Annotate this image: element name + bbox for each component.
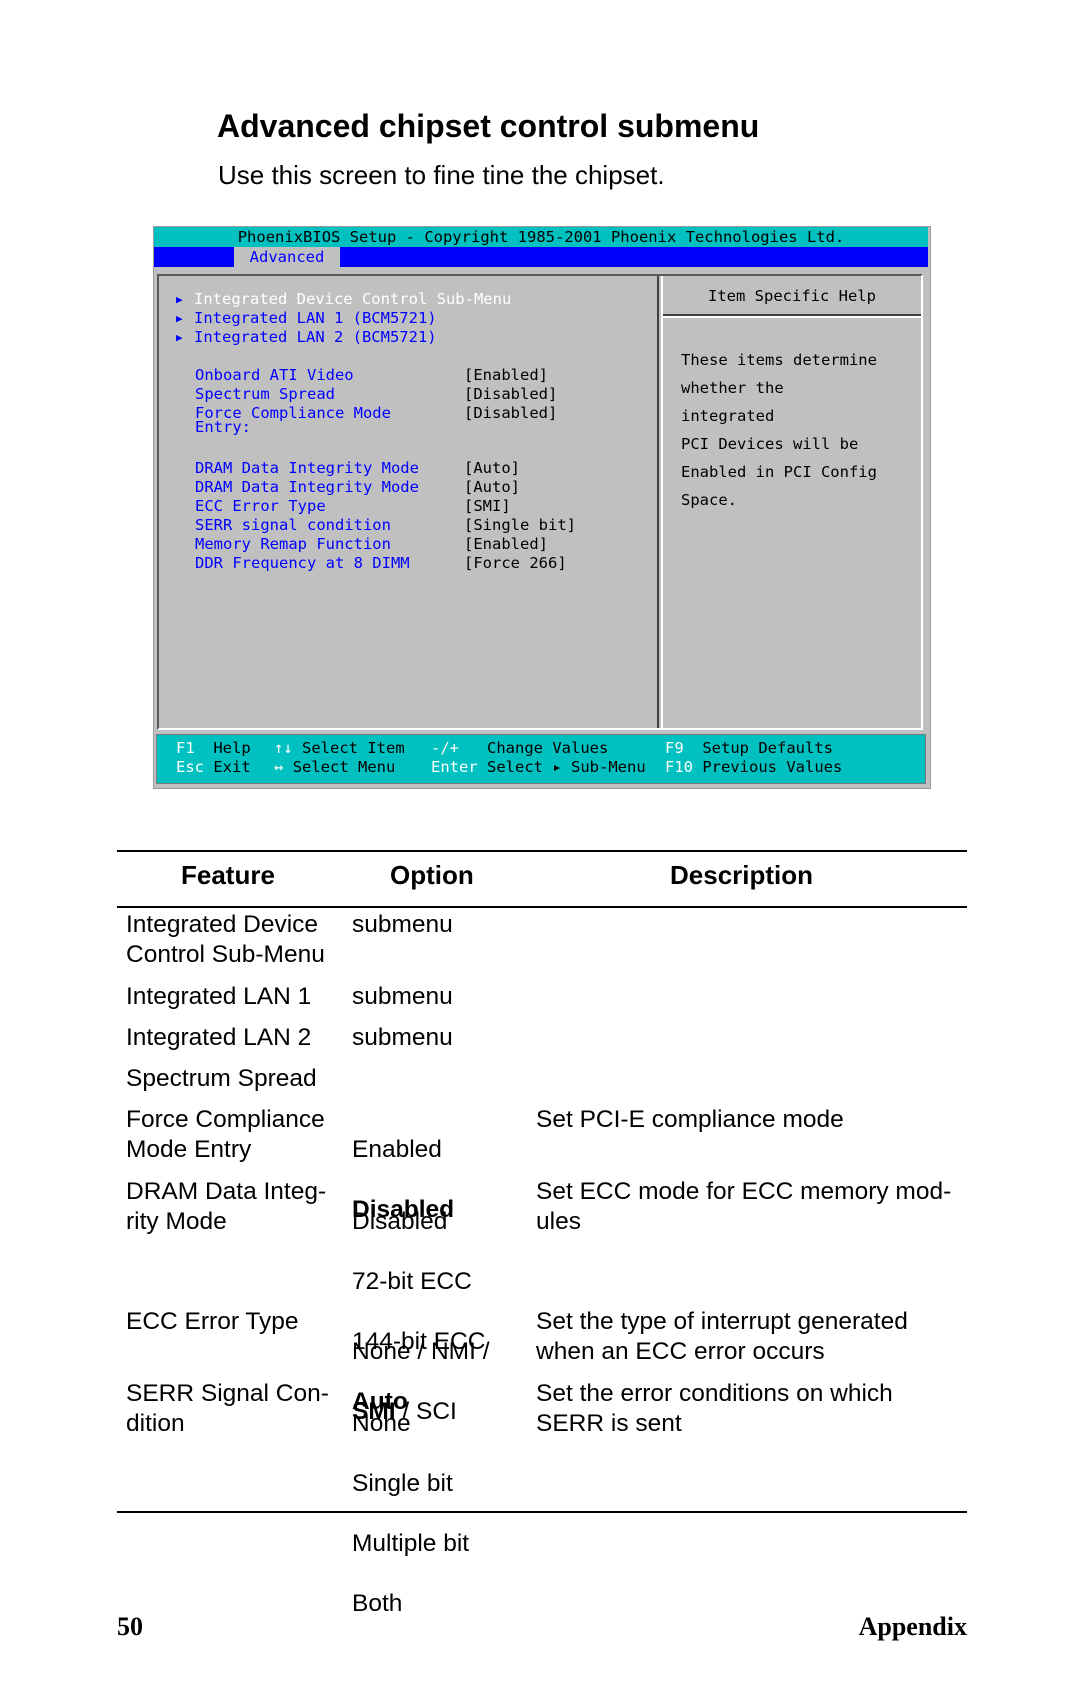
bios-setting-onboard-ati-video[interactable]: Onboard ATI Video	[195, 366, 354, 385]
table-header-feature: Feature	[181, 860, 275, 890]
key-f10-previous: F10 Previous Values	[665, 758, 843, 776]
bios-value-dram-integrity-2[interactable]: [Auto]	[464, 478, 520, 497]
page-title: Advanced chipset control submenu	[217, 108, 760, 144]
submenu-arrow-icon: ▶	[176, 312, 183, 325]
option-value: Disabled	[352, 1208, 448, 1235]
cell-feature: Force Compliance Mode Entry	[126, 1106, 325, 1163]
bios-key-legend: F1 Help ↑↓ Select Item -/+ Change Values…	[156, 734, 926, 784]
option-value: Multiple bit	[352, 1530, 470, 1557]
option-value: None	[352, 1410, 411, 1437]
bios-setting-force-compliance-line2: Entry:	[195, 418, 251, 436]
cell-description: Set ECC mode for ECC memory mod- ules	[536, 1178, 952, 1235]
bios-value-force-compliance[interactable]: [Disabled]	[464, 404, 557, 423]
bios-submenu-lan1[interactable]: ▶ Integrated LAN 1 (BCM5721)	[176, 309, 437, 328]
key-select-menu: ↔ Select Menu	[274, 758, 396, 776]
bios-value-memory-remap[interactable]: [Enabled]	[464, 535, 548, 554]
bios-value-dram-integrity-1[interactable]: [Auto]	[464, 459, 520, 478]
table-bottom-rule	[117, 1511, 967, 1513]
cell-feature: Integrated Device Control Sub-Menu	[126, 911, 325, 968]
cell-feature: ECC Error Type	[126, 1308, 299, 1335]
key-enter-select: Enter Select ▸ Sub-Menu	[431, 758, 646, 776]
cell-option: submenu	[352, 983, 453, 1010]
option-value: 72-bit ECC	[352, 1268, 472, 1295]
tab-advanced[interactable]: Advanced	[234, 247, 340, 267]
option-value: None / NMI /	[352, 1338, 490, 1365]
bios-setting-spectrum-spread[interactable]: Spectrum Spread	[195, 385, 335, 404]
section-name: Appendix	[858, 1612, 967, 1641]
cell-feature: Integrated LAN 1	[126, 983, 312, 1010]
cell-description: Set PCI-E compliance mode	[536, 1106, 844, 1133]
bios-title-bar: PhoenixBIOS Setup - Copyright 1985-2001 …	[154, 227, 928, 247]
help-line: integrated	[681, 407, 775, 425]
cell-description: Set the type of interrupt generated when…	[536, 1308, 908, 1365]
key-f1-help: F1 Help	[176, 739, 251, 757]
submenu-arrow-icon: ▶	[176, 293, 183, 306]
bios-menu-bar: Advanced	[154, 247, 928, 267]
cell-option: submenu	[352, 1024, 453, 1051]
option-value: Enabled	[352, 1136, 442, 1163]
help-text: These items determine whether the integr…	[681, 339, 913, 521]
bios-value-ecc-error-type[interactable]: [SMI]	[464, 497, 511, 516]
bios-value-spectrum-spread[interactable]: [Disabled]	[464, 385, 557, 404]
cell-description: Set the error conditions on which SERR i…	[536, 1380, 893, 1437]
help-line: Enabled in PCI Config	[681, 463, 877, 481]
page-intro: Use this screen to fine tine the chipset…	[218, 160, 665, 190]
key-f9-defaults: F9 Setup Defaults	[665, 739, 833, 757]
option-value: Both	[352, 1590, 403, 1617]
bios-setting-serr-signal[interactable]: SERR signal condition	[195, 516, 391, 535]
bios-screenshot: PhoenixBIOS Setup - Copyright 1985-2001 …	[153, 226, 931, 789]
bios-main-panel: ▶ Integrated Device Control Sub-Menu ▶ Int…	[157, 274, 923, 730]
cell-feature: SERR Signal Con- dition	[126, 1380, 329, 1437]
bios-setting-ddr-frequency[interactable]: DDR Frequency at 8 DIMM	[195, 554, 410, 573]
bios-submenu-integrated-device-control[interactable]: ▶ Integrated Device Control Sub-Menu	[176, 290, 511, 309]
cell-option: submenu	[352, 911, 453, 938]
bios-submenu-lan2[interactable]: ▶ Integrated LAN 2 (BCM5721)	[176, 328, 437, 347]
option-value: Single bit	[352, 1470, 453, 1497]
table-header-option: Option	[390, 860, 474, 890]
key-esc-exit: Esc Exit	[176, 758, 251, 776]
bios-value-ddr-frequency[interactable]: [Force 266]	[464, 554, 567, 573]
table-header-description: Description	[670, 860, 814, 890]
help-line: whether the	[681, 379, 784, 397]
help-line: Space.	[681, 491, 737, 509]
bios-setting-memory-remap[interactable]: Memory Remap Function	[195, 535, 391, 554]
page-number: 50	[117, 1612, 143, 1641]
submenu-arrow-icon: ▶	[176, 331, 183, 344]
cell-feature: Spectrum Spread	[126, 1065, 317, 1092]
bios-value-serr-signal[interactable]: [Single bit]	[464, 516, 576, 535]
bios-setting-dram-integrity-1[interactable]: DRAM Data Integrity Mode	[195, 459, 419, 478]
key-change-values: -/+ Change Values	[431, 739, 609, 757]
help-line: PCI Devices will be	[681, 435, 859, 453]
cell-feature: DRAM Data Integ- rity Mode	[126, 1178, 327, 1235]
bios-value-onboard-ati-video[interactable]: [Enabled]	[464, 366, 548, 385]
cell-feature: Integrated LAN 2	[126, 1024, 312, 1051]
key-select-item: ↑↓ Select Item	[274, 739, 405, 757]
help-header: Item Specific Help	[663, 276, 921, 316]
cell-option: None Single bit Multiple bit Both	[352, 1379, 469, 1649]
bios-setting-ecc-error-type[interactable]: ECC Error Type	[195, 497, 326, 516]
bios-settings-pane: ▶ Integrated Device Control Sub-Menu ▶ Int…	[159, 276, 659, 728]
help-line: These items determine	[681, 351, 877, 369]
table-header-rule	[117, 906, 967, 908]
table-top-rule	[117, 850, 967, 852]
bios-help-pane: Item Specific Help These items determine…	[661, 276, 921, 728]
bios-setting-dram-integrity-2[interactable]: DRAM Data Integrity Mode	[195, 478, 419, 497]
